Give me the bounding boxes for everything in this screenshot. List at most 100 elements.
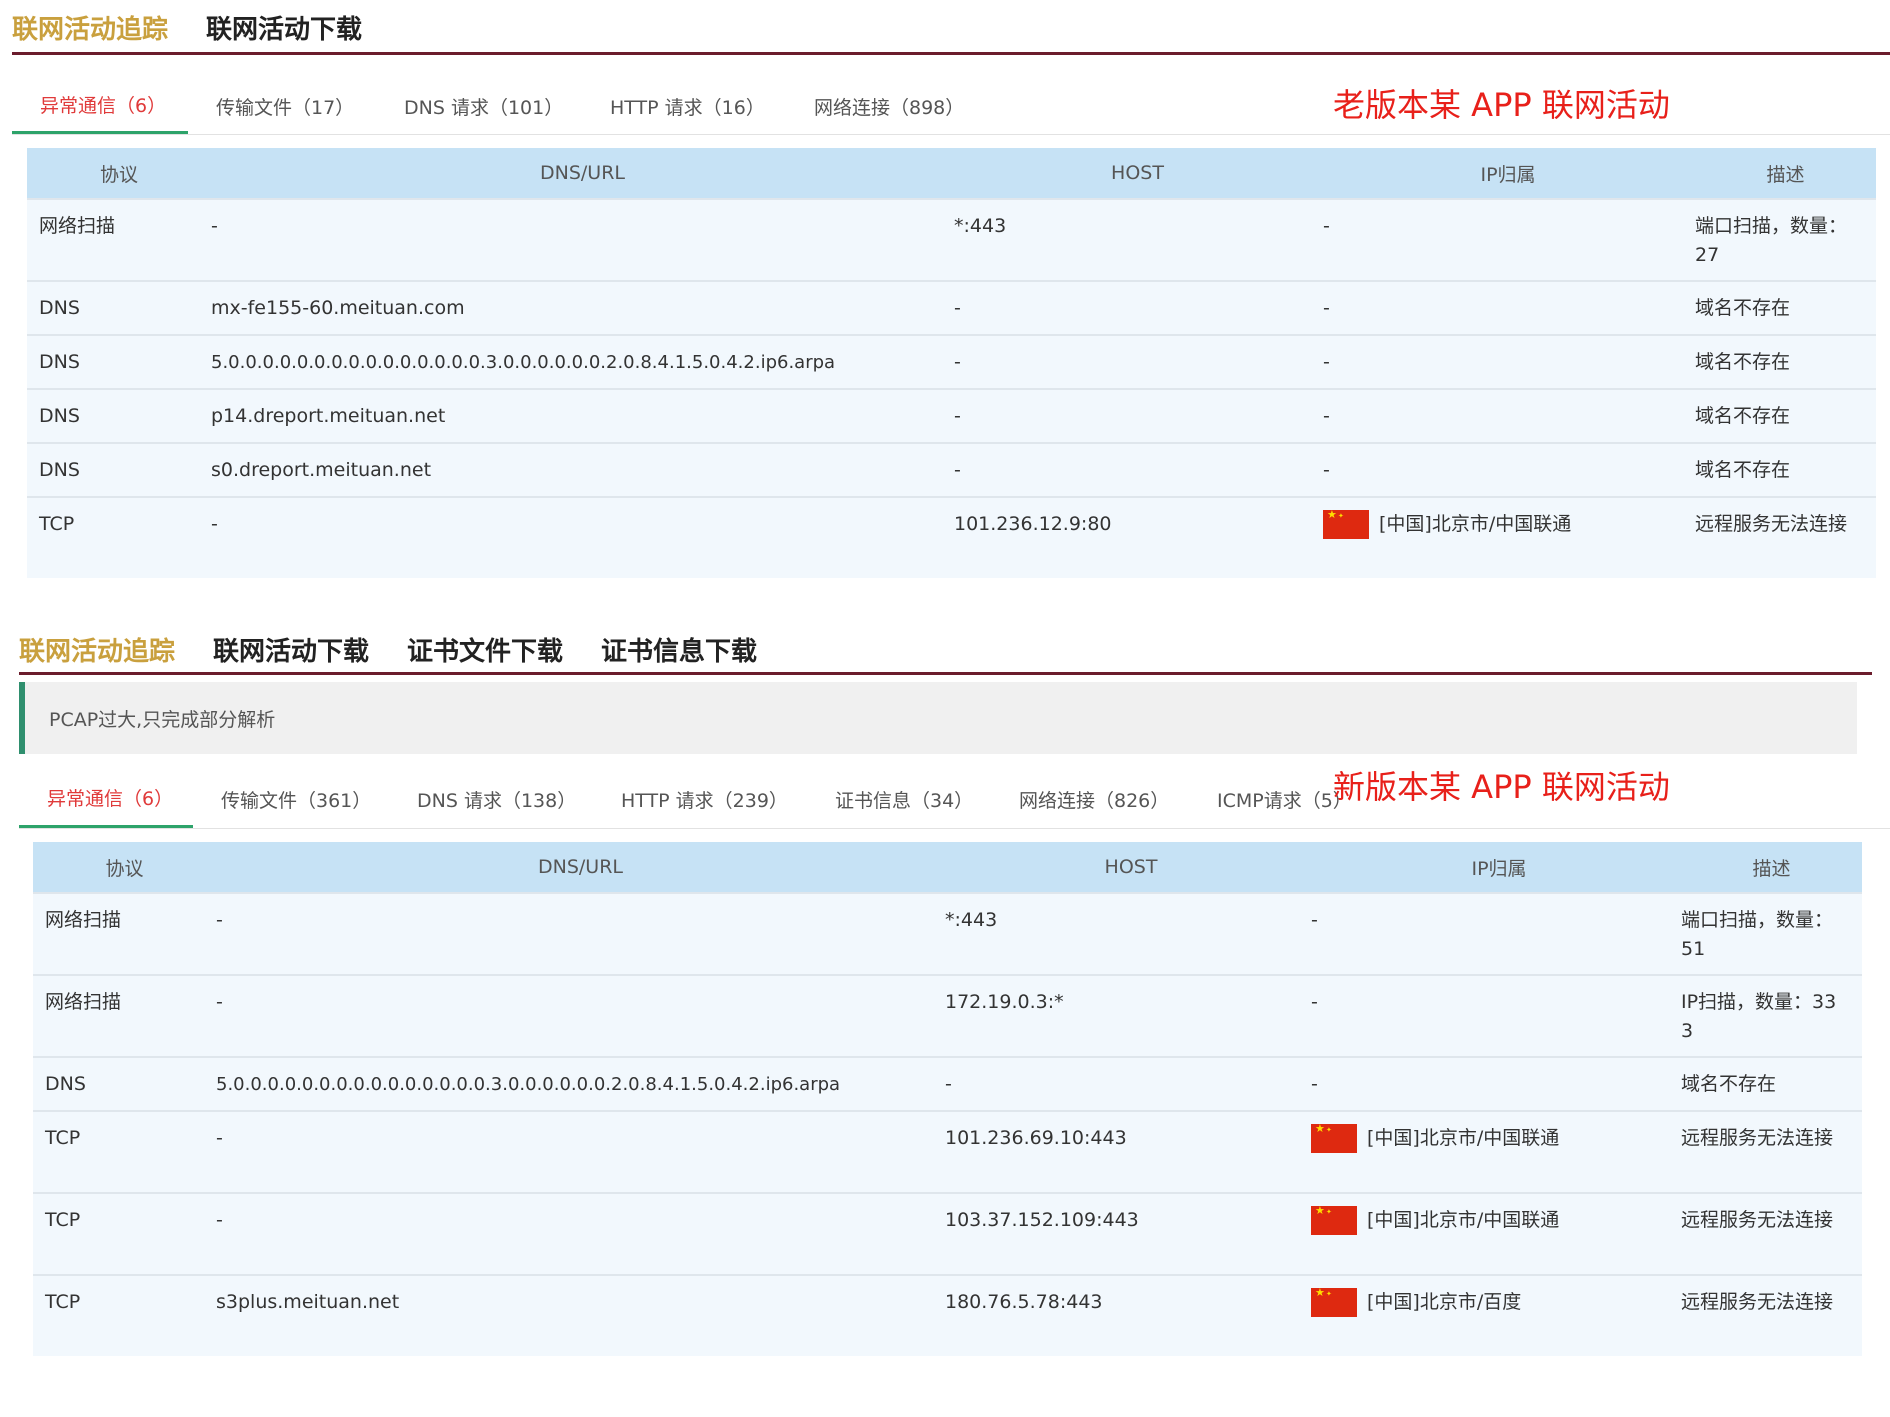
old-tab-connections[interactable]: 网络连接（898） <box>786 78 982 134</box>
new-tab-abnormal[interactable]: 异常通信（6） <box>19 770 193 828</box>
cell-url: s3plus.meituan.net <box>216 1291 400 1313</box>
table-row: DNS 5.0.0.0.0.0.0.0.0.0.0.0.0.0.0.0.3.0.… <box>33 1056 1862 1110</box>
cell-ip-wrap: [中国]北京市/中国联通 <box>1311 1194 1681 1274</box>
china-flag-icon <box>1311 1204 1357 1235</box>
cell-host: *:443 <box>954 215 1007 237</box>
old-nav-tab-tracking[interactable]: 联网活动追踪 <box>12 9 168 46</box>
cell-url: - <box>216 1127 223 1149</box>
header-ip: IP归属 <box>1480 163 1536 186</box>
pcap-notice: PCAP过大,只完成部分解析 <box>19 682 1857 754</box>
cell-protocol: DNS <box>39 297 80 319</box>
new-tab-http[interactable]: HTTP 请求（239） <box>593 770 807 828</box>
table-row: TCP s3plus.meituan.net 180.76.5.78:443 [… <box>33 1274 1862 1356</box>
table-row: 网络扫描 - *:443 - 端口扫描，数量：27 <box>27 198 1876 280</box>
cell-ip: [中国]北京市/中国联通 <box>1367 1209 1560 1231</box>
header-protocol: 协议 <box>99 163 138 186</box>
header-desc: 描述 <box>1766 163 1805 186</box>
new-table: 协议 DNS/URL HOST IP归属 描述 网络扫描 - *:443 - 端… <box>33 842 1862 1356</box>
cell-desc: 域名不存在 <box>1681 1073 1777 1095</box>
cell-protocol: TCP <box>45 1209 81 1231</box>
cell-host: - <box>945 1073 952 1095</box>
cell-desc: 端口扫描，数量：27 <box>1695 215 1848 266</box>
cell-ip-wrap: [中国]北京市/中国联通 <box>1323 498 1695 578</box>
cell-host: - <box>954 351 961 373</box>
cell-ip: [中国]北京市/中国联通 <box>1367 1127 1560 1149</box>
cell-url: s0.dreport.meituan.net <box>211 459 432 481</box>
cell-desc: 域名不存在 <box>1695 459 1791 481</box>
old-nav-tab-download[interactable]: 联网活动下载 <box>206 9 362 46</box>
table-row: DNS s0.dreport.meituan.net - - 域名不存在 <box>27 442 1876 496</box>
cell-ip: - <box>1323 297 1330 319</box>
old-table: 协议 DNS/URL HOST IP归属 描述 网络扫描 - *:443 - 端… <box>27 148 1876 578</box>
cell-desc: IP扫描，数量：333 <box>1681 991 1837 1042</box>
cell-protocol: TCP <box>39 513 75 535</box>
cell-desc: 域名不存在 <box>1695 351 1791 373</box>
old-tab-abnormal[interactable]: 异常通信（6） <box>12 78 188 134</box>
new-version-annotation: 新版本某 APP 联网活动 <box>1333 768 1670 806</box>
table-row: 网络扫描 - 172.19.0.3:* - IP扫描，数量：333 <box>33 974 1862 1056</box>
cell-host: 101.236.69.10:443 <box>945 1127 1127 1149</box>
cell-ip: [中国]北京市/中国联通 <box>1379 513 1572 535</box>
cell-url: - <box>216 1209 223 1231</box>
cell-ip: - <box>1323 459 1330 481</box>
table-row: TCP - 101.236.12.9:80 [中国]北京市/中国联通 远程服务无… <box>27 496 1876 578</box>
cell-ip: [中国]北京市/百度 <box>1367 1291 1522 1313</box>
old-tab-dns[interactable]: DNS 请求（101） <box>376 78 582 134</box>
cell-desc: 远程服务无法连接 <box>1681 1127 1834 1149</box>
table-row: DNS mx-fe155-60.meituan.com - - 域名不存在 <box>27 280 1876 334</box>
new-tab-cert[interactable]: 证书信息（34） <box>807 770 991 828</box>
cell-url: - <box>211 215 218 237</box>
cell-protocol: 网络扫描 <box>39 215 116 237</box>
new-nav-tab-cert-info[interactable]: 证书信息下载 <box>601 631 757 668</box>
header-desc: 描述 <box>1752 857 1791 880</box>
table-row: DNS p14.dreport.meituan.net - - 域名不存在 <box>27 388 1876 442</box>
china-flag-icon <box>1311 1122 1357 1153</box>
cell-desc: 远程服务无法连接 <box>1681 1291 1834 1313</box>
old-tab-http[interactable]: HTTP 请求（16） <box>582 78 786 134</box>
cell-protocol: TCP <box>45 1127 81 1149</box>
cell-host: *:443 <box>945 909 998 931</box>
new-tab-connections[interactable]: 网络连接（826） <box>991 770 1189 828</box>
cell-protocol: 网络扫描 <box>45 909 122 931</box>
cell-ip-wrap: [中国]北京市/百度 <box>1311 1276 1681 1356</box>
china-flag-icon <box>1311 1286 1357 1317</box>
new-tab-dns[interactable]: DNS 请求（138） <box>389 770 593 828</box>
cell-protocol: 网络扫描 <box>45 991 122 1013</box>
cell-host: - <box>954 459 961 481</box>
new-nav: 联网活动追踪 联网活动下载 证书文件下载 证书信息下载 <box>19 632 795 668</box>
old-table-header: 协议 DNS/URL HOST IP归属 描述 <box>27 148 1876 198</box>
cell-url: - <box>211 513 218 535</box>
china-flag-icon <box>1323 508 1369 539</box>
new-table-header: 协议 DNS/URL HOST IP归属 描述 <box>33 842 1862 892</box>
header-protocol: 协议 <box>105 857 144 880</box>
cell-host: 101.236.12.9:80 <box>954 513 1112 535</box>
cell-desc: 域名不存在 <box>1695 297 1791 319</box>
header-ip: IP归属 <box>1471 857 1527 880</box>
new-nav-divider <box>19 672 1872 675</box>
cell-ip-wrap: [中国]北京市/中国联通 <box>1311 1112 1681 1192</box>
header-url: DNS/URL <box>538 856 623 878</box>
new-nav-tab-tracking[interactable]: 联网活动追踪 <box>19 631 175 668</box>
cell-protocol: DNS <box>45 1073 86 1095</box>
cell-url: p14.dreport.meituan.net <box>211 405 446 427</box>
table-row: 网络扫描 - *:443 - 端口扫描，数量：51 <box>33 892 1862 974</box>
new-tab-files[interactable]: 传输文件（361） <box>193 770 389 828</box>
new-nav-tab-cert-file[interactable]: 证书文件下载 <box>407 631 563 668</box>
cell-url: 5.0.0.0.0.0.0.0.0.0.0.0.0.0.0.0.3.0.0.0.… <box>216 1074 841 1095</box>
cell-protocol: DNS <box>39 405 80 427</box>
cell-host: 103.37.152.109:443 <box>945 1209 1139 1231</box>
new-nav-tab-download[interactable]: 联网活动下载 <box>213 631 369 668</box>
old-version-annotation: 老版本某 APP 联网活动 <box>1333 86 1670 124</box>
cell-desc: 域名不存在 <box>1695 405 1791 427</box>
table-row: DNS 5.0.0.0.0.0.0.0.0.0.0.0.0.0.0.0.3.0.… <box>27 334 1876 388</box>
old-nav: 联网活动追踪 联网活动下载 <box>12 10 400 46</box>
cell-host: - <box>954 405 961 427</box>
cell-url: mx-fe155-60.meituan.com <box>211 297 465 319</box>
old-nav-divider <box>12 52 1890 55</box>
old-tab-files[interactable]: 传输文件（17） <box>188 78 376 134</box>
cell-url: 5.0.0.0.0.0.0.0.0.0.0.0.0.0.0.0.3.0.0.0.… <box>211 352 836 373</box>
cell-ip: - <box>1323 351 1330 373</box>
cell-desc: 端口扫描，数量：51 <box>1681 909 1834 960</box>
cell-desc: 远程服务无法连接 <box>1681 1209 1834 1231</box>
cell-protocol: DNS <box>39 459 80 481</box>
